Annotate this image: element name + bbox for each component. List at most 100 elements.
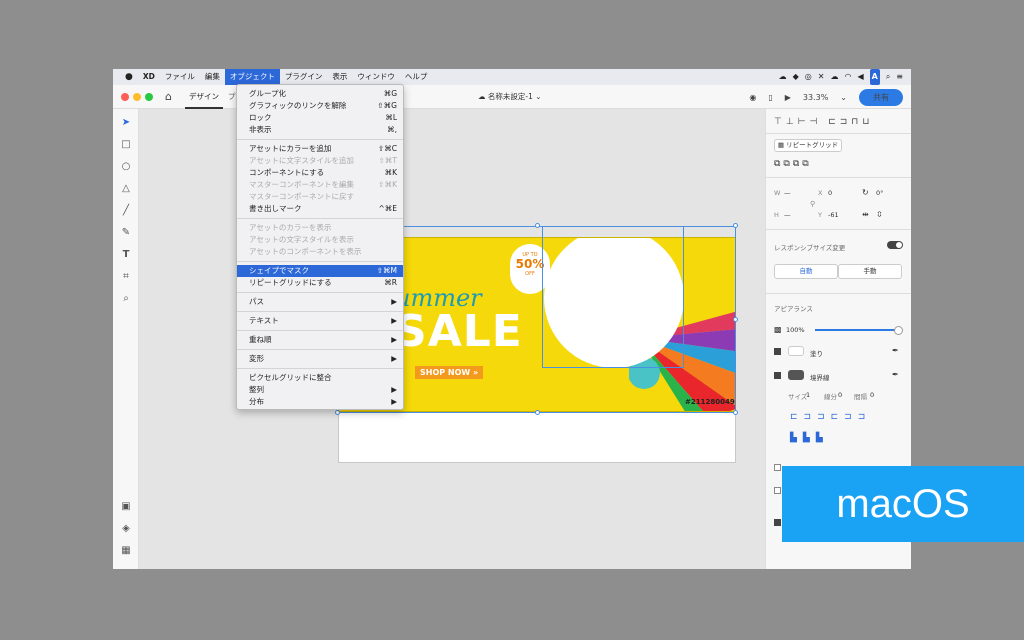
object-menu-item[interactable]: 整列 ▶ bbox=[237, 384, 403, 396]
menu-plugin[interactable]: プラグイン bbox=[280, 69, 328, 85]
rectangle-tool-icon[interactable]: □ bbox=[113, 139, 139, 150]
responsive-resize-toggle[interactable] bbox=[887, 241, 903, 249]
object-menu-item[interactable]: リピートグリッドにする ⌘R bbox=[237, 277, 403, 289]
object-menu-item[interactable]: グループ化 ⌘G bbox=[237, 88, 403, 100]
resize-handle[interactable] bbox=[535, 223, 540, 228]
rotation-value[interactable]: 0° bbox=[876, 189, 883, 197]
object-menu-item[interactable]: 重ね順 ▶ bbox=[237, 334, 403, 346]
x-icon[interactable]: ✕ bbox=[818, 69, 825, 85]
play-icon[interactable]: ▶ bbox=[785, 93, 791, 102]
flip-horizontal-icon[interactable]: ⇹ bbox=[862, 210, 869, 219]
lock-aspect-icon[interactable]: ⚲ bbox=[810, 200, 815, 208]
search-icon[interactable]: ⌕ bbox=[886, 69, 890, 85]
opacity-slider[interactable] bbox=[815, 326, 903, 335]
document-assets-icon[interactable]: ▣ bbox=[113, 501, 139, 512]
stroke-position-icons[interactable]: ⊏⊐⊐⊏⊐⊐ bbox=[790, 412, 871, 422]
resize-handle[interactable] bbox=[535, 410, 540, 415]
layers-icon[interactable]: ◈ bbox=[113, 523, 139, 534]
zoom-window-button[interactable] bbox=[145, 93, 153, 101]
object-menu-item[interactable]: アセットにカラーを追加 ⇧⌘C bbox=[237, 143, 403, 155]
zoom-chevron-icon[interactable]: ⌄ bbox=[840, 93, 847, 102]
menu-view[interactable]: 表示 bbox=[327, 69, 352, 85]
object-menu-item[interactable]: グラフィックのリンクを解除 ⇧⌘G bbox=[237, 100, 403, 112]
object-menu-item[interactable]: 分布 ▶ bbox=[237, 396, 403, 408]
document-title[interactable]: ☁ 名称未設定-1 ⌄ bbox=[478, 85, 542, 109]
border-eyedropper-icon[interactable]: ✒ bbox=[892, 370, 899, 379]
control-center-icon[interactable]: ≡ bbox=[896, 69, 903, 85]
zoom-tool-icon[interactable]: ⌕ bbox=[113, 293, 139, 304]
input-source-badge[interactable]: A bbox=[869, 69, 880, 85]
repeat-grid-button[interactable]: ▦ リピートグリッド bbox=[774, 139, 842, 152]
gap-value[interactable]: 0 bbox=[870, 391, 874, 399]
align-icons[interactable]: ⊤⊥⊢⊣ ⊏⊐⊓⊔ bbox=[774, 117, 873, 127]
menu-xd[interactable]: XD bbox=[138, 69, 160, 85]
volume-icon[interactable]: ◀ bbox=[857, 69, 863, 85]
tab-prototype[interactable]: プ bbox=[228, 85, 236, 109]
plugins-icon[interactable]: ▦ bbox=[113, 545, 139, 556]
object-menu-item[interactable]: コンポーネントにする ⌘K bbox=[237, 167, 403, 179]
x-value[interactable]: 0 bbox=[828, 189, 832, 197]
border-checkbox[interactable] bbox=[774, 372, 781, 379]
cloud-upload-icon[interactable]: ☁ bbox=[830, 69, 838, 85]
artboard-tool-icon[interactable]: ⌗ bbox=[113, 271, 139, 282]
dash-value[interactable]: 0 bbox=[838, 391, 842, 399]
object-menu-item[interactable]: 書き出しマーク ^⌘E bbox=[237, 203, 403, 215]
canvas[interactable]: ummer SALE SHOP NOW » UP TO 50% OFF #211… bbox=[139, 109, 765, 569]
shadow-checkbox[interactable] bbox=[774, 464, 781, 471]
object-menu-item[interactable]: 非表示 ⌘, bbox=[237, 124, 403, 136]
resize-handle[interactable] bbox=[733, 410, 738, 415]
minimize-window-button[interactable] bbox=[133, 93, 141, 101]
close-window-button[interactable] bbox=[121, 93, 129, 101]
repeat-grid-icon: ▦ bbox=[777, 141, 787, 149]
text-tool-icon[interactable]: T bbox=[113, 249, 139, 260]
eyedropper-icon[interactable]: ✒ bbox=[892, 346, 899, 355]
resize-handle[interactable] bbox=[733, 317, 738, 322]
y-value[interactable]: -61 bbox=[828, 211, 839, 219]
boolean-ops-icons[interactable]: ⧉⧉⧉⧉ bbox=[774, 159, 812, 169]
object-menu-item[interactable]: シェイプでマスク ⇧⌘M bbox=[237, 265, 403, 277]
object-menu-item[interactable]: テキスト ▶ bbox=[237, 315, 403, 327]
line-tool-icon[interactable]: ╱ bbox=[113, 205, 139, 216]
stroke-cap-icons[interactable]: ▙▙▙ bbox=[790, 433, 829, 443]
pen-tool-icon[interactable]: ✎ bbox=[113, 227, 139, 238]
menu-file[interactable]: ファイル bbox=[160, 69, 200, 85]
object-menu-item[interactable]: ピクセルグリッドに整合 bbox=[237, 372, 403, 384]
ellipse-tool-icon[interactable]: ○ bbox=[113, 161, 139, 172]
cloud-sync-icon[interactable]: ☁ bbox=[779, 69, 787, 85]
share-button[interactable]: 共有 bbox=[859, 88, 903, 106]
opacity-value[interactable]: 100% bbox=[786, 326, 805, 334]
menu-extras: ☁ ◆ ◎ ✕ ☁ ◠ ◀ A ⌕ ≡ bbox=[779, 69, 911, 85]
resize-handle[interactable] bbox=[335, 410, 340, 415]
responsive-auto-button[interactable]: 自動 bbox=[774, 264, 838, 279]
artboard[interactable] bbox=[338, 412, 736, 463]
select-tool-icon[interactable]: ➤ bbox=[113, 117, 139, 128]
flip-vertical-icon[interactable]: ⇳ bbox=[876, 210, 883, 219]
polygon-tool-icon[interactable]: △ bbox=[113, 183, 139, 194]
object-menu-item[interactable]: 変形 ▶ bbox=[237, 353, 403, 365]
zoom-level[interactable]: 33.3% bbox=[803, 93, 828, 102]
border-color-swatch[interactable] bbox=[788, 370, 804, 380]
fill-color-swatch[interactable] bbox=[788, 346, 804, 356]
creative-cloud-icon[interactable]: ◎ bbox=[805, 69, 812, 85]
tab-design[interactable]: デザイン bbox=[185, 85, 223, 109]
home-icon[interactable]: ⌂ bbox=[165, 90, 172, 103]
user-icon[interactable]: ◉ bbox=[749, 93, 756, 102]
fill-checkbox[interactable] bbox=[774, 348, 781, 355]
object-menu-item[interactable]: パス ▶ bbox=[237, 296, 403, 308]
menu-window[interactable]: ウィンドウ bbox=[352, 69, 400, 85]
width-value[interactable]: — bbox=[784, 189, 791, 197]
height-value[interactable]: — bbox=[784, 211, 791, 219]
object-blur-checkbox[interactable] bbox=[774, 519, 781, 526]
wifi-icon[interactable]: ◠ bbox=[844, 69, 851, 85]
apple-menu-icon[interactable]: ● bbox=[113, 69, 138, 85]
dropbox-icon[interactable]: ◆ bbox=[793, 69, 799, 85]
object-menu-item[interactable]: ロック ⌘L bbox=[237, 112, 403, 124]
menu-edit[interactable]: 編集 bbox=[200, 69, 225, 85]
resize-handle[interactable] bbox=[733, 223, 738, 228]
responsive-manual-button[interactable]: 手動 bbox=[838, 264, 902, 279]
size-value[interactable]: 1 bbox=[806, 391, 810, 399]
menu-object[interactable]: オブジェクト bbox=[224, 69, 280, 85]
device-preview-icon[interactable]: ▯ bbox=[768, 93, 772, 102]
menu-help[interactable]: ヘルプ bbox=[400, 69, 433, 85]
background-blur-checkbox[interactable] bbox=[774, 487, 781, 494]
